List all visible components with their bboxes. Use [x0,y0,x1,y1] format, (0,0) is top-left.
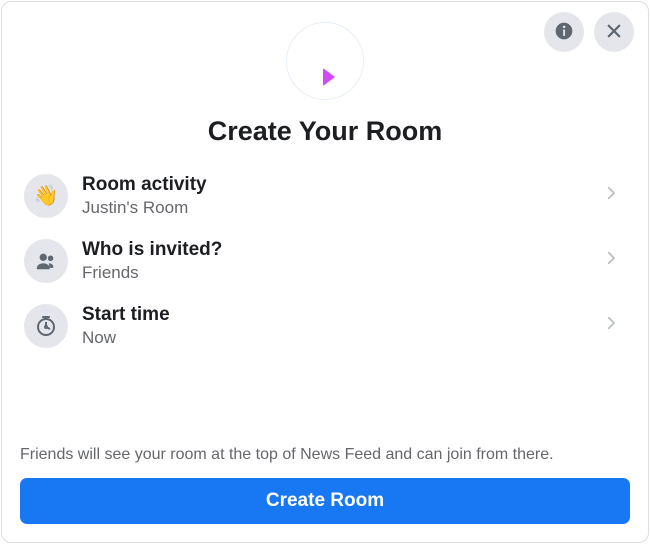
row-title: Who is invited? [82,238,602,262]
hero [20,22,630,100]
people-icon [24,239,68,283]
row-subtitle: Friends [82,262,602,283]
topbar [544,12,634,52]
clock-icon [24,304,68,348]
row-who-invited[interactable]: Who is invited? Friends [20,228,630,293]
create-room-dialog: Create Your Room 👋 Room activity Justin'… [1,1,649,543]
create-room-button[interactable]: Create Room [20,478,630,524]
row-text: Room activity Justin's Room [68,173,602,218]
row-start-time[interactable]: Start time Now [20,293,630,358]
options-list: 👋 Room activity Justin's Room Who is inv… [20,163,630,358]
close-icon [605,22,623,43]
row-text: Start time Now [68,303,602,348]
chevron-right-icon [602,314,626,337]
row-subtitle: Now [82,327,602,348]
chevron-right-icon [602,249,626,272]
row-title: Room activity [82,173,602,197]
wave-icon: 👋 [24,174,68,218]
info-button[interactable] [544,12,584,52]
chevron-right-icon [602,184,626,207]
visibility-note: Friends will see your room at the top of… [20,446,630,464]
row-text: Who is invited? Friends [68,238,602,283]
room-icon-button[interactable] [286,22,364,100]
close-button[interactable] [594,12,634,52]
row-subtitle: Justin's Room [82,197,602,218]
page-title: Create Your Room [20,116,630,147]
row-title: Start time [82,303,602,327]
info-icon [554,21,574,44]
row-room-activity[interactable]: 👋 Room activity Justin's Room [20,163,630,228]
